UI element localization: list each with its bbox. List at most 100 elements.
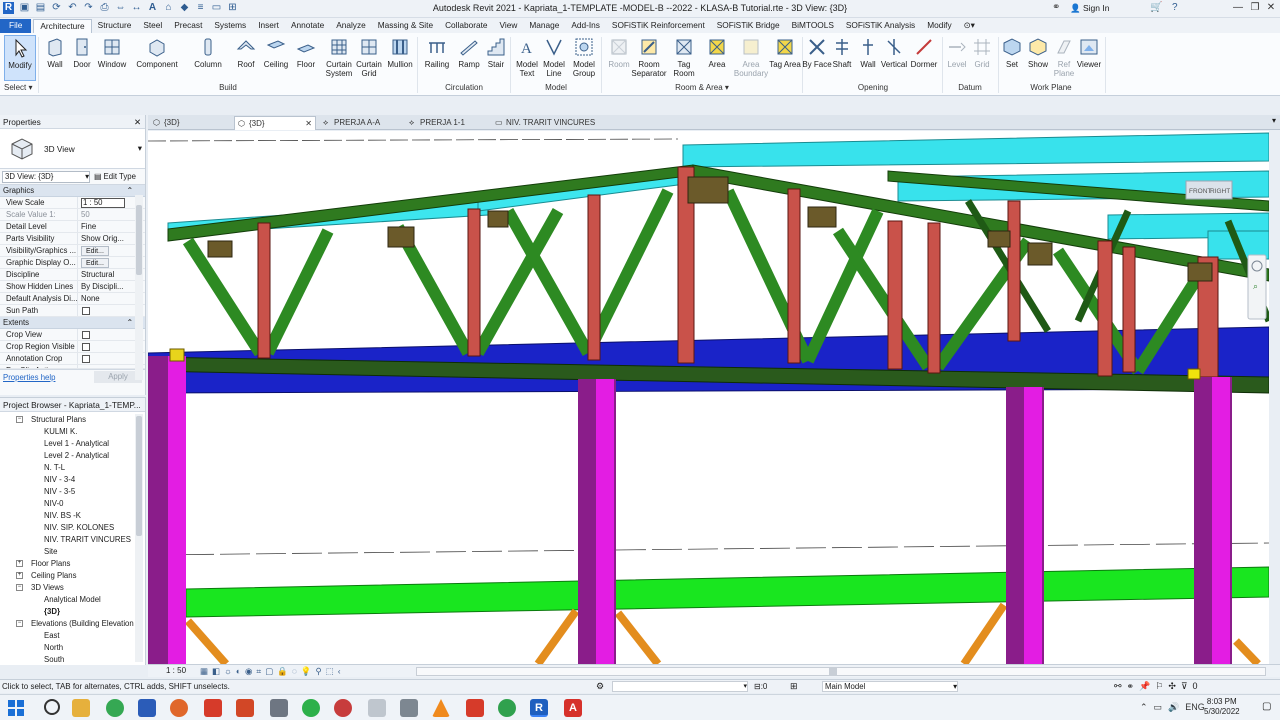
tab-manage[interactable]: Manage: [523, 19, 565, 33]
tab-add-ins[interactable]: Add-Ins: [565, 19, 606, 33]
analytical-model-icon[interactable]: ⚲: [316, 666, 322, 677]
tree-item[interactable]: Site: [0, 546, 145, 558]
crop-region-icon[interactable]: ▢: [265, 666, 273, 677]
prop-row-discipline[interactable]: Discipline Structural: [0, 269, 145, 281]
window-button[interactable]: Window: [96, 35, 128, 81]
autocad-icon[interactable]: A: [564, 699, 582, 717]
railing-button[interactable]: Railing: [421, 35, 453, 81]
tab-architecture[interactable]: Architecture: [33, 19, 92, 33]
select-links-icon[interactable]: ⚯: [1114, 681, 1122, 692]
lower-beam[interactable]: [185, 566, 1269, 618]
temp-hide-icon[interactable]: ◌: [292, 666, 297, 677]
connection-marker[interactable]: [169, 348, 185, 362]
tree-item[interactable]: NIV - 3-4: [0, 474, 145, 486]
tree-item[interactable]: NIV. BS -K: [0, 510, 145, 522]
tree-item[interactable]: NIV. SIP. KOLONES: [0, 522, 145, 534]
tree-item[interactable]: South: [0, 654, 145, 666]
tree-item[interactable]: − Elevations (Building Elevation: [0, 618, 145, 630]
tray-chevron-icon[interactable]: ⌃: [1140, 702, 1148, 713]
close-window-button[interactable]: ✕: [1263, 2, 1279, 13]
volume-icon[interactable]: 🔊: [1168, 702, 1179, 713]
drag-elements-icon[interactable]: ✣: [1168, 681, 1176, 692]
chrome-2-icon[interactable]: [302, 699, 320, 717]
extents-section[interactable]: Extents ⌃: [0, 317, 145, 329]
prop-row-hidden-lines[interactable]: Show Hidden Lines By Discipli...: [0, 281, 145, 293]
tree-item[interactable]: KULMI K.: [0, 426, 145, 438]
tab-modify[interactable]: Modify: [921, 19, 957, 33]
room-area-group-label[interactable]: Room & Area ▾: [602, 83, 802, 94]
tree-item[interactable]: − 3D Views: [0, 582, 145, 594]
help-icon[interactable]: ?: [1172, 2, 1178, 13]
tree-item[interactable]: East: [0, 630, 145, 642]
columns[interactable]: [148, 356, 1232, 664]
prop-row-view-scale[interactable]: View Scale 1 : 50: [0, 197, 145, 209]
tab-niv-trarit-vincures[interactable]: ▭ NIV. TRARIT VINCURES: [492, 116, 618, 130]
worksets-icon[interactable]: ⚙: [596, 681, 604, 692]
door-button[interactable]: Door: [66, 35, 98, 81]
app-4-icon[interactable]: [400, 699, 418, 717]
select-pinned-icon[interactable]: 📌: [1139, 681, 1150, 692]
roof-button[interactable]: Roof: [230, 35, 262, 81]
tab-systems[interactable]: Systems: [208, 19, 252, 33]
close-icon[interactable]: ✕: [134, 115, 145, 129]
browser-scrollbar[interactable]: [135, 414, 143, 662]
tabs-overflow-icon[interactable]: ▾: [1272, 116, 1276, 125]
render-icon[interactable]: ◉: [245, 666, 252, 677]
tab-annotate[interactable]: Annotate: [285, 19, 330, 33]
notifications-icon[interactable]: ▢: [1262, 701, 1271, 712]
visual-style-icon[interactable]: ◧: [212, 666, 220, 677]
tab-bimtools[interactable]: BiMTOOLS: [786, 19, 840, 33]
tab-prerja-a-a[interactable]: ⟡ PRERJA A-A: [320, 116, 404, 130]
component-button[interactable]: Component: [134, 35, 180, 81]
search-icon[interactable]: [44, 699, 60, 715]
sign-in-button[interactable]: 👤 Sign In: [1070, 3, 1109, 14]
reveal-hidden-icon[interactable]: 💡: [301, 666, 312, 677]
column-button[interactable]: Column: [190, 35, 226, 81]
clock[interactable]: 8:03 PM 5/30/2022: [1204, 697, 1240, 717]
prop-row-detail-level[interactable]: Detail Level Fine: [0, 221, 145, 233]
collapse-icon[interactable]: −: [16, 584, 23, 591]
tab-3d-view-1[interactable]: ⬡ {3D}: [150, 116, 234, 130]
model-line-button[interactable]: Model Line: [538, 35, 570, 81]
tab-massing-site[interactable]: Massing & Site: [372, 19, 439, 33]
edit-type-button[interactable]: ▤ Edit Type: [94, 172, 136, 181]
viewcube[interactable]: FRONT RIGHT: [1185, 180, 1233, 200]
lock-view-icon[interactable]: 🔒: [277, 666, 288, 677]
floor-button[interactable]: Floor: [290, 35, 322, 81]
firefox-icon[interactable]: [170, 699, 188, 717]
chrome-3-icon[interactable]: [498, 699, 516, 717]
vlc-icon[interactable]: [432, 699, 450, 717]
tree-item[interactable]: NIV. TRARIT VINCURES: [0, 534, 145, 546]
crop-region-checkbox[interactable]: [82, 343, 90, 351]
collapse-icon[interactable]: −: [16, 620, 23, 627]
tree-item[interactable]: {3D}: [0, 606, 145, 618]
tab-sofistik-analysis[interactable]: SOFiSTiK Analysis: [840, 19, 921, 33]
windows-start-icon[interactable]: [8, 700, 24, 716]
tab-file[interactable]: File: [0, 19, 32, 33]
sun-path-icon[interactable]: ☼: [224, 666, 232, 677]
binoculars-icon[interactable]: ⚭: [1052, 2, 1060, 13]
prop-row-parts-visibility[interactable]: Parts Visibility Show Orig...: [0, 233, 145, 245]
navigation-bar[interactable]: ⌕: [1247, 254, 1267, 320]
view-scale-input[interactable]: 1 : 50: [81, 198, 125, 208]
tab-analyze[interactable]: Analyze: [330, 19, 372, 33]
ribbon-options-icon[interactable]: ⊙▾: [958, 19, 981, 33]
scrollbar-thumb[interactable]: [136, 205, 142, 275]
ceiling-button[interactable]: Ceiling: [260, 35, 292, 81]
collapse-icon[interactable]: −: [16, 416, 23, 423]
tree-item[interactable]: − Structural Plans: [0, 414, 145, 426]
powerpoint-icon[interactable]: [236, 699, 254, 717]
structural-model-view[interactable]: FRONT RIGHT ⌕: [148, 131, 1269, 664]
type-selector[interactable]: 3D View ▾: [0, 129, 145, 169]
annotation-crop-checkbox[interactable]: [82, 355, 90, 363]
tree-item[interactable]: N. T-L: [0, 462, 145, 474]
language-indicator[interactable]: ENG: [1185, 702, 1205, 713]
viewer-button[interactable]: Viewer: [1073, 35, 1105, 81]
view-horizontal-scrollbar[interactable]: [416, 667, 1266, 676]
prop-row-analysis[interactable]: Default Analysis Di... None: [0, 293, 145, 305]
area-button[interactable]: Area: [701, 35, 733, 81]
workset-dropdown[interactable]: ▾: [612, 681, 748, 692]
properties-help-link[interactable]: Properties help: [3, 373, 55, 382]
tree-item[interactable]: NIV-0: [0, 498, 145, 510]
scrollbar-thumb[interactable]: [829, 668, 837, 675]
